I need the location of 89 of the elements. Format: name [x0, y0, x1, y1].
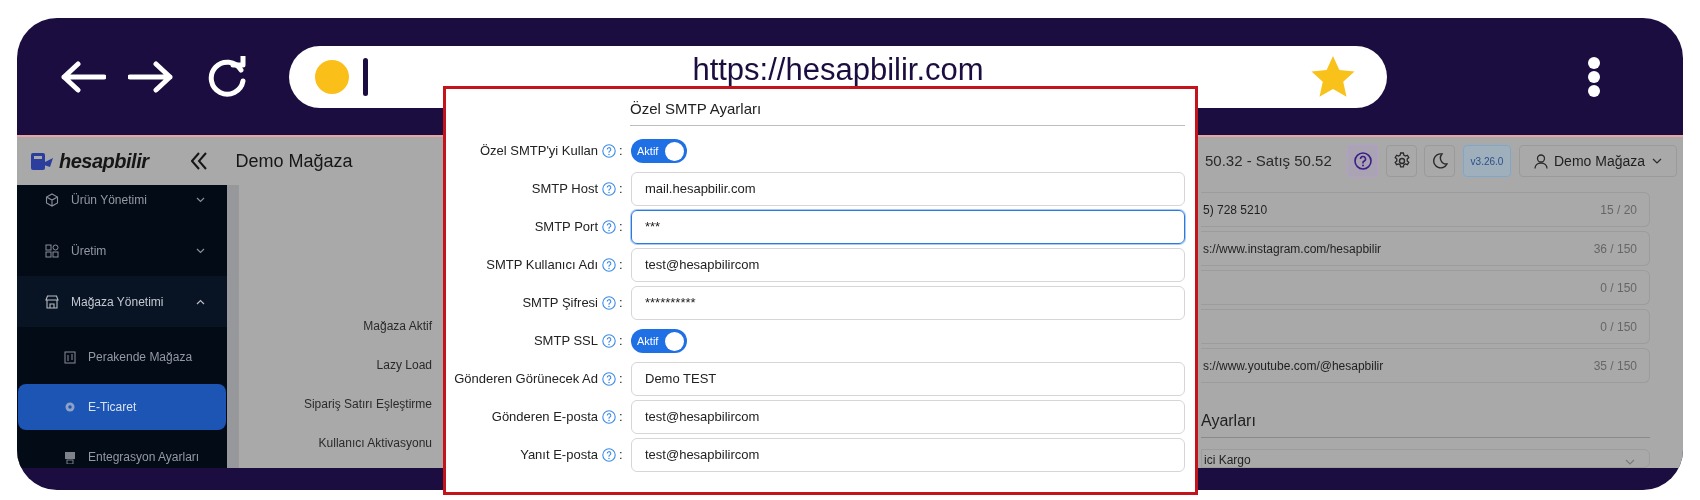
dark-mode-button[interactable] — [1424, 145, 1455, 177]
field-label: Gönderen Görünecek Ad — [453, 370, 598, 389]
logo: hesapbilir — [29, 146, 149, 176]
url-text: https://hesapbilir.com — [692, 52, 984, 87]
grid-icon — [45, 243, 59, 258]
sidebar-item[interactable]: E-Ticaret — [18, 384, 226, 430]
field-label: SMTP Host — [530, 180, 598, 199]
input-field[interactable]: 5) 728 5210 15 / 20 — [1201, 192, 1650, 227]
field-label: SMTP Kullanıcı Adı — [485, 256, 598, 275]
help-icon[interactable] — [602, 182, 616, 196]
field-label: SMTP SSL — [532, 332, 598, 351]
input-field[interactable]: ********** — [631, 286, 1185, 320]
help-icon[interactable] — [602, 220, 616, 234]
printer-icon — [64, 450, 76, 464]
colon-text: : — [619, 142, 624, 161]
version-badge: v3.26.0 — [1463, 145, 1511, 177]
chevron-up-icon — [196, 298, 205, 305]
reload-icon[interactable] — [206, 55, 248, 98]
colon-text: : — [619, 180, 624, 199]
settings-button[interactable] — [1386, 145, 1417, 177]
user-menu-button[interactable]: Demo Mağaza — [1519, 145, 1677, 177]
scrollbar[interactable] — [227, 185, 238, 468]
text-cursor-icon — [363, 57, 368, 96]
chart-icon — [64, 350, 76, 364]
colon-text: : — [619, 408, 624, 427]
page-title: Demo Mağaza — [235, 149, 353, 173]
field-label: Özel SMTP'yi Kullan — [478, 142, 598, 161]
field-label: Yanıt E-posta — [519, 446, 598, 465]
colon-text: : — [619, 218, 624, 237]
character-count: 35 / 150 — [1593, 357, 1637, 375]
form-label: Lazy Load — [376, 357, 432, 374]
sidebar-item[interactable]: Entegrasyon Ayarları — [18, 434, 226, 468]
sidebar-item[interactable]: Mağaza Yönetimi — [17, 276, 227, 327]
settings-icon — [64, 401, 76, 413]
input-field[interactable]: test@hesapbilircom — [631, 248, 1185, 282]
help-icon[interactable] — [602, 448, 616, 462]
input-field[interactable]: Demo TEST — [631, 362, 1185, 396]
form-label: Kullanıcı Aktivasyonu — [318, 435, 432, 452]
sidebar-item[interactable]: Ürün Yönetimi — [17, 185, 227, 225]
input-field[interactable]: test@hesapbilircom — [631, 438, 1185, 472]
settings-icon — [1392, 152, 1411, 170]
chevron-down-icon — [1625, 459, 1635, 465]
colon-text: : — [619, 446, 624, 465]
help-icon[interactable] — [602, 144, 616, 158]
colon-text: : — [619, 370, 624, 389]
help-icon[interactable] — [602, 296, 616, 310]
field-label: SMTP Port — [533, 218, 598, 237]
exchange-rate-text: 50.32 - Satış 50.52 — [1205, 150, 1332, 171]
character-count: 15 / 20 — [1600, 201, 1637, 219]
input-field[interactable]: s://www.youtube.com/@hesapbilir 35 / 150 — [1201, 348, 1650, 383]
sidebar-item[interactable]: Perakende Mağaza — [18, 334, 226, 380]
sidebar-item[interactable]: Üretim — [17, 225, 227, 276]
moon-icon — [1431, 153, 1448, 169]
help-icon — [1353, 152, 1372, 170]
star-icon[interactable] — [1311, 55, 1355, 98]
form-label: Sipariş Satırı Eşleştirme — [303, 396, 432, 413]
colon-text: : — [619, 256, 624, 275]
store-icon — [45, 294, 59, 309]
character-count: 36 / 150 — [1593, 240, 1637, 258]
colon-text: : — [619, 294, 624, 313]
character-count: 0 / 150 — [1600, 318, 1637, 336]
input-field[interactable]: *** — [631, 210, 1185, 244]
chevron-down-icon — [196, 196, 205, 203]
toggle-switch[interactable]: Aktif — [631, 329, 687, 353]
form-label: Mağaza Aktif — [363, 318, 432, 335]
field-label: Gönderen E-posta — [490, 408, 598, 427]
cube-icon — [45, 192, 59, 207]
help-icon[interactable] — [602, 410, 616, 424]
user-icon — [1534, 153, 1548, 169]
chevron-down-icon — [1652, 158, 1662, 164]
menu-icon[interactable] — [1587, 55, 1601, 98]
collapse-icon[interactable] — [191, 152, 208, 170]
colon-text: : — [619, 332, 624, 351]
forward-icon[interactable] — [128, 60, 174, 93]
input-field[interactable]: s://www.instagram.com/hesapbilir 36 / 150 — [1201, 231, 1650, 266]
help-button[interactable] — [1347, 145, 1378, 177]
dot-icon — [315, 59, 349, 94]
input-field[interactable]: test@hesapbilircom — [631, 400, 1185, 434]
help-icon[interactable] — [602, 258, 616, 272]
toggle-switch[interactable]: Aktif — [631, 139, 687, 163]
help-icon[interactable] — [602, 334, 616, 348]
section-heading: Ayarları — [1201, 409, 1650, 438]
character-count: 0 / 150 — [1600, 279, 1637, 297]
help-icon[interactable] — [602, 372, 616, 386]
select-field[interactable]: ici Kargo — [1201, 449, 1650, 468]
input-field[interactable]: mail.hesapbilir.com — [631, 172, 1185, 206]
field-label: SMTP Şifresi — [521, 294, 598, 313]
chevron-down-icon — [196, 247, 205, 254]
back-icon[interactable] — [60, 60, 106, 93]
